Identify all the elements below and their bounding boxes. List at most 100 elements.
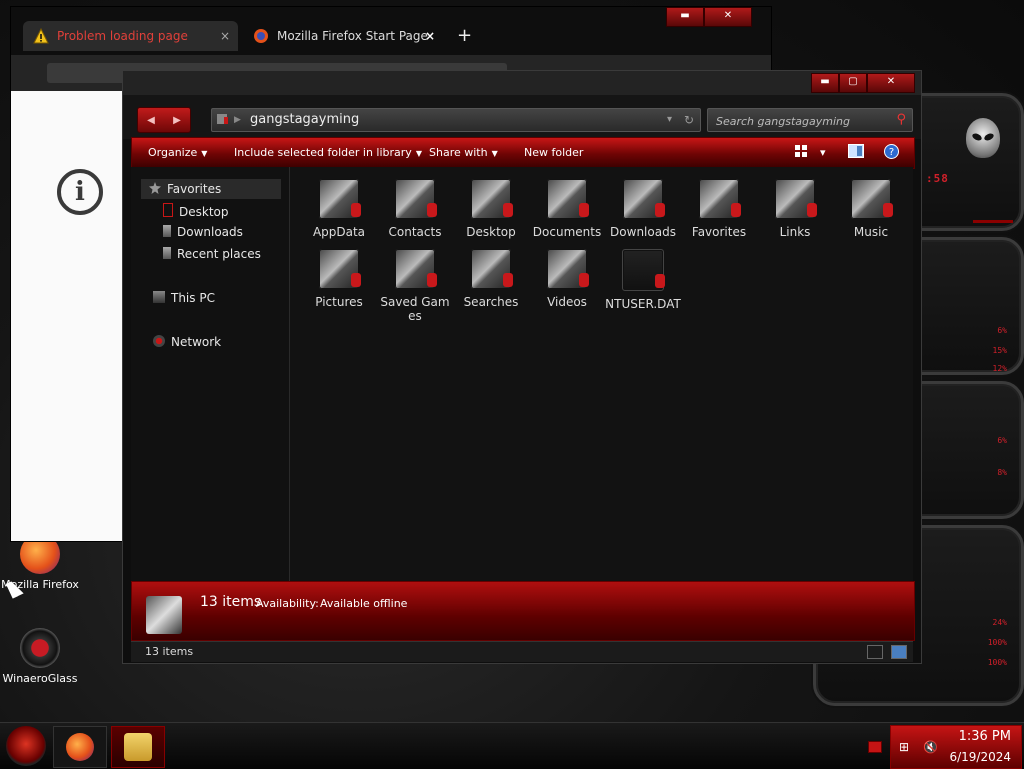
contacts-folder-icon — [395, 179, 437, 219]
explorer-window: ▬ ▢ ✕ ◀ ▶ ▶ gangstagayming ▾ ↻ ⚲ Organiz… — [122, 70, 922, 664]
network-status-icon[interactable]: ⊞ — [899, 740, 909, 754]
winaeroglass-icon — [20, 628, 60, 668]
folder-icon — [124, 733, 152, 761]
downloads-folder-icon — [623, 179, 665, 219]
minimize-button[interactable]: ▬ — [666, 7, 704, 27]
alien-logo-icon — [966, 118, 1000, 158]
nav-item-network[interactable]: Network — [153, 335, 221, 349]
tab-label: Mozilla Firefox Start Page — [277, 29, 428, 43]
file-list: AppData Contacts Desktop Documents Downl… — [293, 167, 913, 581]
details-availability-label: Availability: — [256, 597, 319, 610]
details-view-icon[interactable] — [867, 645, 883, 659]
folder-user-icon — [146, 596, 182, 634]
folder-item[interactable]: Videos — [529, 249, 605, 309]
saved-games-folder-icon — [395, 249, 437, 289]
desktop-icon — [163, 203, 173, 217]
folder-item[interactable]: Contacts — [377, 179, 453, 239]
desktop-icon-winaeroglass[interactable]: WinaeroGlass — [0, 628, 80, 685]
help-icon[interactable]: ? — [884, 144, 899, 162]
refresh-icon[interactable]: ↻ — [684, 109, 694, 131]
navigation-pane: Favorites Desktop Downloads Recent place… — [131, 167, 290, 581]
chevron-down-icon: ▼ — [415, 149, 422, 158]
chevron-down-icon: ▼ — [201, 149, 208, 158]
pictures-folder-icon — [319, 249, 361, 289]
minimize-button[interactable]: ▬ — [811, 73, 839, 93]
details-item-count: 13 items — [200, 594, 262, 610]
tab-firefox-start[interactable]: Mozilla Firefox Start Page × — [243, 21, 443, 51]
maximize-button[interactable]: ▢ — [839, 73, 867, 93]
folder-item[interactable]: AppData — [301, 179, 377, 239]
folder-item[interactable]: Pictures — [301, 249, 377, 309]
folder-item[interactable]: Desktop — [453, 179, 529, 239]
chevron-down-icon[interactable]: ▾ — [667, 109, 672, 131]
chevron-down-icon[interactable]: ▾ — [820, 146, 826, 159]
forward-arrow-icon[interactable]: ▶ — [173, 115, 181, 126]
search-input[interactable] — [708, 109, 888, 133]
explorer-titlebar: ▬ ▢ ✕ — [123, 71, 921, 95]
favorites-folder-icon — [699, 179, 741, 219]
folder-item[interactable]: Links — [757, 179, 833, 239]
search-icon[interactable]: ⚲ — [896, 109, 906, 131]
computer-icon — [153, 291, 165, 303]
tab-strip: Problem loading page × Mozilla Firefox S… — [11, 7, 771, 55]
tab-problem-loading[interactable]: Problem loading page × — [23, 21, 238, 51]
gadget-clock-text: :58 — [926, 172, 949, 185]
organize-button[interactable]: Organize ▼ — [148, 146, 207, 159]
nav-item-favorites[interactable]: Favorites — [141, 179, 281, 199]
close-icon[interactable]: × — [220, 29, 230, 43]
new-tab-button[interactable]: + — [457, 25, 472, 46]
folder-item[interactable]: Music — [833, 179, 909, 239]
svg-text:?: ? — [889, 147, 894, 158]
tab-label: Problem loading page — [57, 29, 188, 43]
firefox-icon — [66, 733, 94, 761]
show-hidden-icons-button[interactable] — [868, 741, 882, 753]
folder-item[interactable]: Downloads — [605, 179, 681, 239]
clock-date[interactable]: 6/19/2024 — [949, 750, 1011, 764]
address-bar[interactable]: ▶ gangstagayming ▾ ↻ — [211, 108, 701, 132]
folder-user-icon — [216, 112, 230, 126]
nav-item-this-pc[interactable]: This PC — [153, 291, 215, 305]
share-with-button[interactable]: Share with ▼ — [429, 146, 498, 159]
recent-places-icon — [163, 247, 171, 259]
file-item[interactable]: NTUSER.DAT — [605, 249, 681, 311]
star-icon — [149, 180, 161, 194]
back-arrow-icon[interactable]: ◀ — [147, 115, 155, 126]
download-icon — [163, 225, 171, 237]
window-controls: ▬ ▢ ✕ — [811, 73, 915, 93]
include-in-library-button[interactable]: Include selected folder in library ▼ — [234, 146, 422, 159]
info-icon: i — [57, 169, 103, 215]
window-controls: ▬ ✕ — [666, 7, 752, 27]
search-box[interactable]: ⚲ — [707, 108, 913, 133]
warning-icon — [33, 28, 49, 44]
taskbar-firefox[interactable] — [53, 726, 107, 768]
desktop-icon-label: WinaeroGlass — [2, 672, 78, 685]
close-button[interactable]: ✕ — [867, 73, 915, 93]
new-folder-button[interactable]: New folder — [524, 146, 583, 159]
large-icons-view-icon[interactable] — [891, 645, 907, 659]
clock-time[interactable]: 1:36 PM — [959, 729, 1011, 744]
close-icon[interactable]: × — [425, 29, 435, 43]
explorer-body: Favorites Desktop Downloads Recent place… — [131, 167, 913, 581]
folder-item[interactable]: Documents — [529, 179, 605, 239]
breadcrumb-arrow-icon[interactable]: ▶ — [234, 109, 241, 131]
start-button[interactable] — [6, 726, 46, 766]
links-folder-icon — [775, 179, 817, 219]
status-item-count: 13 items — [145, 645, 194, 658]
folder-item[interactable]: Saved Games — [377, 249, 453, 323]
folder-item[interactable]: Searches — [453, 249, 529, 309]
file-icon — [622, 249, 665, 291]
view-options-icon[interactable] — [794, 144, 808, 161]
address-row: ◀ ▶ ▶ gangstagayming ▾ ↻ ⚲ — [123, 95, 921, 139]
page-content: i — [11, 91, 123, 541]
preview-pane-icon[interactable] — [848, 144, 864, 161]
desktop-folder-icon — [471, 179, 513, 219]
taskbar-explorer[interactable] — [111, 726, 165, 768]
nav-item-downloads[interactable]: Downloads — [163, 225, 243, 239]
nav-item-desktop[interactable]: Desktop — [163, 203, 229, 219]
nav-item-recent-places[interactable]: Recent places — [163, 247, 261, 261]
folder-icon — [319, 179, 361, 219]
volume-muted-icon[interactable]: 🔇 — [923, 740, 938, 754]
folder-item[interactable]: Favorites — [681, 179, 757, 239]
back-forward-buttons[interactable]: ◀ ▶ — [137, 107, 191, 133]
close-button[interactable]: ✕ — [704, 7, 752, 27]
